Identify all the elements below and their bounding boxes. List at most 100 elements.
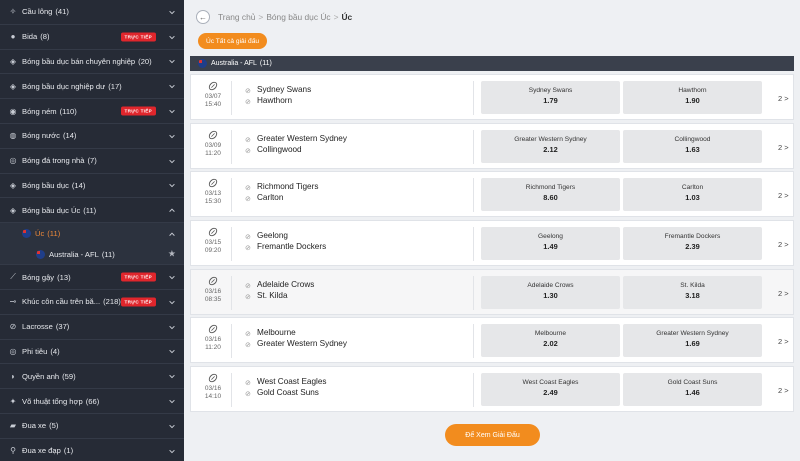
away-odds-button[interactable]: Carlton 1.03 xyxy=(623,178,762,212)
home-team: ⊘ Adelaide Crows xyxy=(245,279,314,290)
more-markets-link[interactable]: 2 > xyxy=(778,289,789,298)
sidebar-item[interactable]: ◈ Bóng bầu dục (14) xyxy=(0,174,184,199)
home-odds-button[interactable]: Melbourne 2.02 xyxy=(481,324,620,358)
match-date: 03/15 xyxy=(204,239,222,247)
away-odds-button[interactable]: St. Kilda 3.18 xyxy=(623,275,762,309)
sidebar-item[interactable]: ⚲ Đua xe đạp (1) xyxy=(0,439,184,461)
match-teams[interactable]: ⊘ Sydney Swans ⊘ Hawthorn xyxy=(245,84,311,106)
australia-flag-icon xyxy=(36,249,45,259)
chevron-down-icon xyxy=(169,449,175,453)
sidebar-item[interactable]: ◈ Bóng bầu dục bán chuyên nghiệp (20) xyxy=(0,50,184,75)
more-markets-link[interactable]: 2 > xyxy=(778,337,789,346)
home-odds-button[interactable]: West Coast Eagles 2.49 xyxy=(481,373,620,407)
home-odds-button[interactable]: Richmond Tigers 8.60 xyxy=(481,178,620,212)
sidebar-country-label: Úc xyxy=(35,229,45,239)
all-leagues-button[interactable]: Úc Tất cả giải đấu xyxy=(198,33,268,49)
more-markets-link[interactable]: 2 > xyxy=(778,240,789,249)
divider xyxy=(231,129,232,164)
odds-value: 1.79 xyxy=(543,96,558,105)
breadcrumb-home[interactable]: Trang chủ xyxy=(218,12,255,22)
match-teams[interactable]: ⊘ West Coast Eagles ⊘ Gold Coast Suns xyxy=(245,376,326,398)
sidebar-item-count: (14) xyxy=(62,131,77,141)
odds-value: 1.90 xyxy=(685,96,700,105)
breadcrumb-current: Úc xyxy=(341,12,353,22)
match-row[interactable]: 03/13 15:30 ⊘ Richmond Tigers ⊘ Carlton Richmo… xyxy=(190,171,794,218)
chevron-down-icon xyxy=(169,184,175,188)
away-odds-button[interactable]: Greater Western Sydney 1.69 xyxy=(623,324,762,358)
odds-team-name: Melbourne xyxy=(534,330,567,338)
star-icon[interactable]: ★ xyxy=(168,249,176,260)
sidebar-item[interactable]: ⟋ Bóng gậy (13) TRỰC TIẾP xyxy=(0,265,184,290)
home-odds-button[interactable]: Adelaide Crows 1.30 xyxy=(481,275,620,309)
match-row[interactable]: 03/16 08:35 ⊘ Adelaide Crows ⊘ St. Kilda Adela… xyxy=(190,268,794,315)
sidebar-item[interactable]: ● Bida (8) TRỰC TIẾP xyxy=(0,25,184,50)
sidebar-league-count: (11) xyxy=(101,249,115,259)
sidebar-item[interactable]: ◈ Bóng bầu dục Úc (11) xyxy=(0,198,184,224)
home-odds-button[interactable]: Geelong 1.49 xyxy=(481,227,620,261)
view-league-button[interactable]: Để Xem Giải Đấu xyxy=(445,424,540,446)
away-team: ⊘ Hawthorn xyxy=(245,95,311,106)
chevron-down-icon xyxy=(169,134,175,139)
league-header: Australia - AFL (11) xyxy=(190,56,794,71)
match-datetime: 03/13 15:30 xyxy=(200,178,226,206)
home-odds-button[interactable]: Sydney Swans 1.79 xyxy=(481,81,620,114)
sidebar-item[interactable]: ◉ Bóng ném (110) TRỰC TIẾP xyxy=(0,99,184,124)
sidebar-item[interactable]: ◎ Bóng đá trong nhà (7) xyxy=(0,149,184,174)
away-team-name: St. Kilda xyxy=(257,290,288,300)
home-odds-button[interactable]: Greater Western Sydney 2.12 xyxy=(481,129,620,163)
away-team-name: Carlton xyxy=(257,193,284,203)
odds-value: 3.18 xyxy=(685,290,700,300)
match-row[interactable]: 03/15 09:20 ⊘ Geelong ⊘ Fremantle Dockers Geel… xyxy=(190,220,794,267)
sidebar-item[interactable]: ◎ Phi tiêu (4) xyxy=(0,340,184,365)
match-row[interactable]: 03/16 11:20 ⊘ Melbourne ⊘ Greater Western Syd… xyxy=(190,317,794,364)
sidebar-item[interactable]: ▰ Đua xe (5) xyxy=(0,414,184,439)
sidebar-item-count: (8) xyxy=(40,32,50,42)
link-icon: ⊘ xyxy=(245,185,251,193)
match-teams[interactable]: ⊘ Geelong ⊘ Fremantle Dockers xyxy=(245,230,326,252)
away-odds-button[interactable]: Fremantle Dockers 2.39 xyxy=(623,227,762,261)
sidebar-item[interactable]: ⊘ Lacrosse (37) xyxy=(0,315,184,340)
match-teams[interactable]: ⊘ Adelaide Crows ⊘ St. Kilda xyxy=(245,279,314,301)
match-teams[interactable]: ⊘ Melbourne ⊘ Greater Western Sydney xyxy=(245,327,347,349)
sidebar-item-league[interactable]: Australia - AFL (11) ★ xyxy=(0,244,184,266)
chevron-down-icon xyxy=(169,60,175,64)
match-row[interactable]: 03/16 14:10 ⊘ West Coast Eagles ⊘ Gold Coast … xyxy=(190,366,794,413)
odds-value: 8.60 xyxy=(543,193,558,203)
match-row[interactable]: 03/07 15:40 ⊘ Sydney Swans ⊘ Hawthorn Sydney S… xyxy=(190,74,794,120)
away-team: ⊘ Fremantle Dockers xyxy=(245,241,326,252)
sidebar-item-count: (17) xyxy=(108,81,122,91)
back-arrow-icon[interactable]: ← xyxy=(196,10,210,24)
aussie-rules-ball-icon xyxy=(208,276,218,285)
away-odds-button[interactable]: Gold Coast Suns 1.46 xyxy=(623,373,762,407)
sidebar-item-count: (218) xyxy=(103,297,121,307)
sidebar-item-country[interactable]: Úc (11) xyxy=(0,223,184,245)
sidebar-item[interactable]: ✦ Võ thuật tổng hợp (66) xyxy=(0,389,184,414)
away-odds-button[interactable]: Collingwood 1.63 xyxy=(623,129,762,163)
more-markets-link[interactable]: 2 > xyxy=(778,143,789,152)
aussie-rules-icon: ◈ xyxy=(9,205,17,215)
live-badge: TRỰC TIẾP xyxy=(120,32,156,42)
odds-team-name: Collingwood xyxy=(674,135,711,143)
match-teams[interactable]: ⊘ Greater Western Sydney ⊘ Collingwood xyxy=(245,133,347,155)
odds-team-name: St. Kilda xyxy=(680,281,705,289)
boxing-glove-icon: ◗ xyxy=(10,371,16,381)
more-markets-link[interactable]: 2 > xyxy=(778,386,789,395)
sidebar-item-label: Khúc côn cầu trên bă... xyxy=(22,297,101,307)
more-markets-link[interactable]: 2 > xyxy=(778,94,789,103)
sidebar-item-label: Bóng bầu dục bán chuyên nghiệp xyxy=(22,56,136,66)
breadcrumb-sport[interactable]: Bóng bầu dục Úc xyxy=(266,12,330,22)
shuttlecock-icon: ✧ xyxy=(9,7,17,17)
match-row[interactable]: 03/09 11:20 ⊘ Greater Western Sydney ⊘ Collin… xyxy=(190,122,794,169)
odds-value: 2.49 xyxy=(543,388,558,398)
sidebar-item[interactable]: ⊸ Khúc côn cầu trên bă... (218) TRỰC TIẾP xyxy=(0,290,184,315)
sidebar-item[interactable]: ◗ Quyền anh (59) xyxy=(0,364,184,390)
more-markets-link[interactable]: 2 > xyxy=(778,191,789,200)
match-teams[interactable]: ⊘ Richmond Tigers ⊘ Carlton xyxy=(245,181,318,203)
sidebar-item[interactable]: ◈ Bóng bầu dục nghiệp dư (17) xyxy=(0,74,184,100)
divider xyxy=(231,324,232,359)
sidebar-item[interactable]: ◍ Bóng nước (14) xyxy=(0,124,184,149)
aussie-rules-ball-icon xyxy=(208,179,218,188)
sidebar-item[interactable]: ✧ Cầu lông (41) xyxy=(0,0,184,25)
away-odds-button[interactable]: Hawthorn 1.90 xyxy=(623,81,762,114)
chevron-down-icon xyxy=(169,275,175,280)
